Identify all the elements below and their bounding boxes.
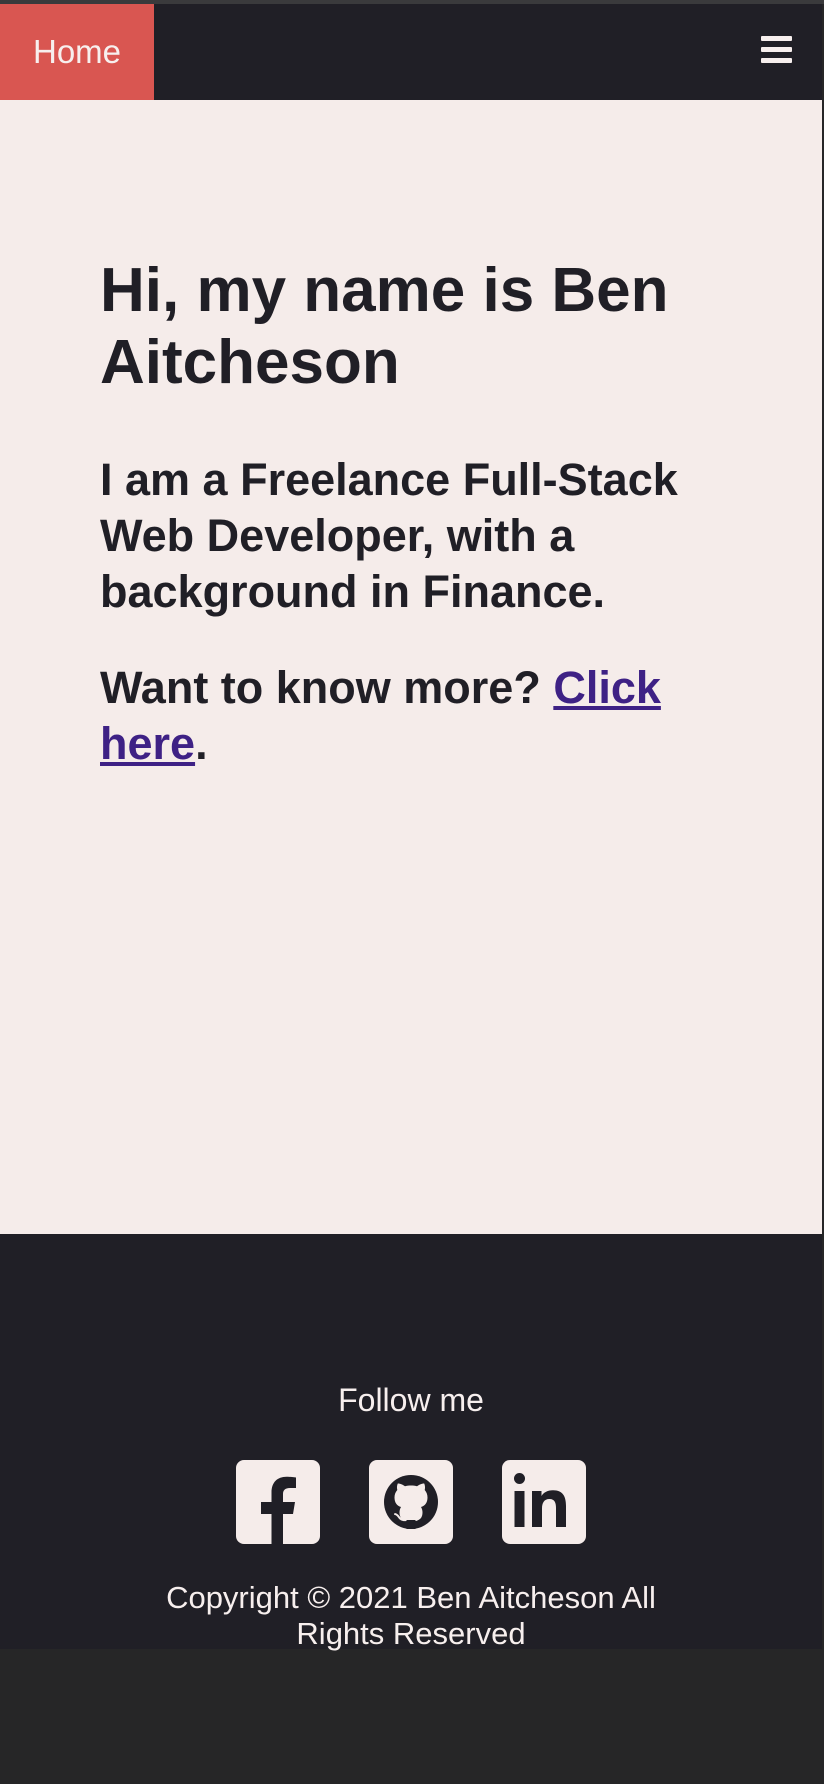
hero-title: Hi, my name is Ben Aitcheson (100, 256, 669, 397)
copyright-text: Copyright © 2021 Ben Aitcheson All Right… (166, 1580, 656, 1651)
social-links (236, 1460, 586, 1544)
github-link[interactable] (369, 1460, 453, 1544)
github-icon (384, 1475, 438, 1529)
hamburger-menu-icon[interactable] (761, 36, 792, 64)
main-content: Hi, my name is Ben Aitcheson I am a Free… (0, 100, 822, 1234)
facebook-link[interactable] (236, 1460, 320, 1544)
hamburger-bar (761, 58, 792, 63)
hero-subtitle: I am a Freelance Full-Stack Web Develope… (100, 454, 678, 617)
home-nav-link[interactable]: Home (0, 4, 154, 100)
hamburger-bar (761, 47, 792, 52)
page: Home Hi, my name is Ben Aitcheson I am a… (0, 0, 824, 1784)
navbar: Home (0, 4, 822, 100)
cta-text: Want to know more? (100, 662, 554, 713)
hero-cta: Want to know more? Click here. (100, 660, 740, 772)
follow-me-label: Follow me (338, 1382, 484, 1418)
linkedin-icon (514, 1473, 566, 1527)
facebook-icon (261, 1476, 296, 1544)
cta-suffix: . (195, 718, 208, 769)
hamburger-bar (761, 36, 792, 41)
linkedin-link[interactable] (502, 1460, 586, 1544)
footer: Follow me Copyright © 2021 Ben Aitcheson… (0, 1234, 822, 1651)
